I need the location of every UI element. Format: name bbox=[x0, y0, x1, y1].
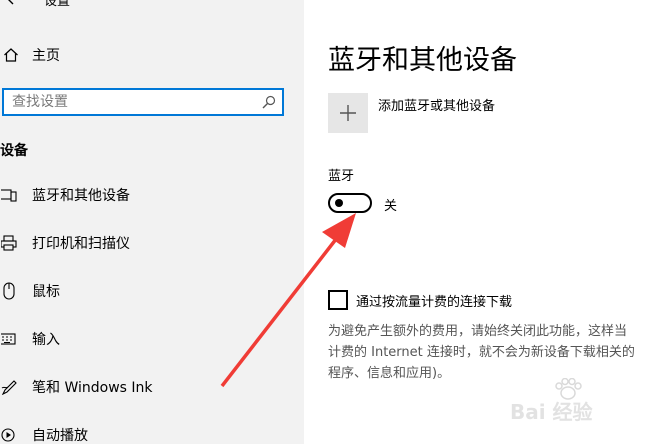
arrow-shaft bbox=[220, 232, 342, 388]
annotation-arrow bbox=[220, 213, 356, 388]
arrow-head bbox=[322, 213, 356, 248]
